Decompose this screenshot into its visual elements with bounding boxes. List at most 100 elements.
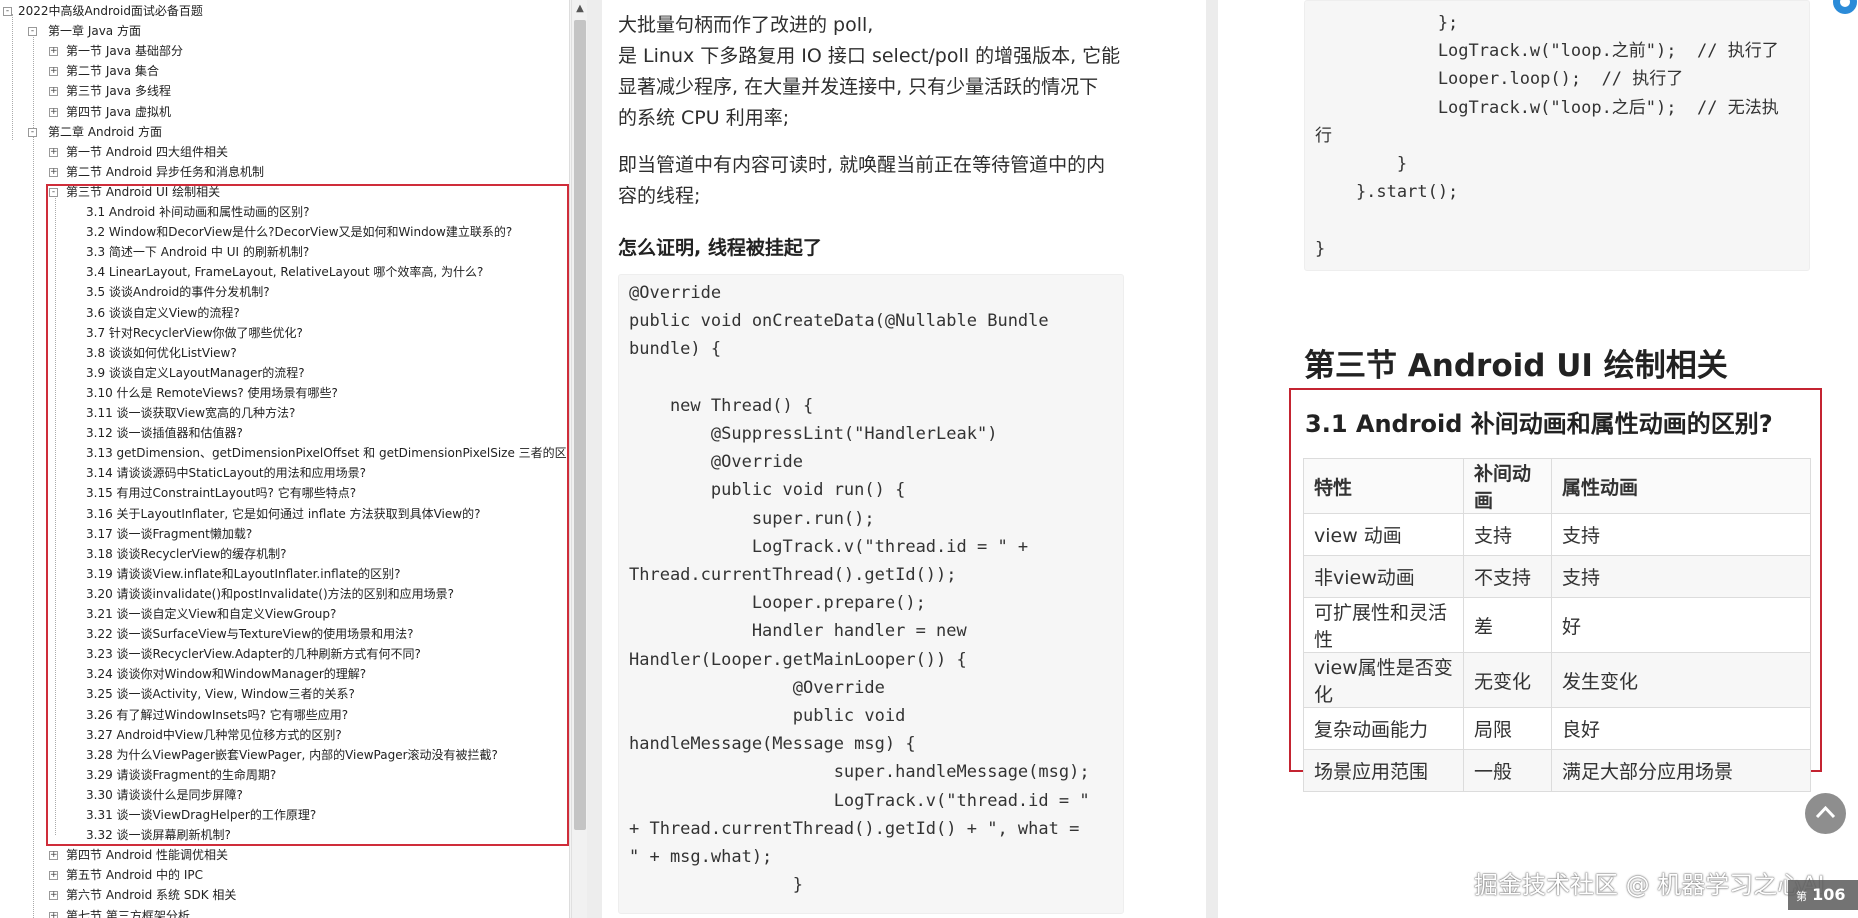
toc-highlight-box (46, 184, 569, 846)
code-line: handleMessage(Message msg) { (629, 734, 916, 755)
question-title: 3.1 Android 补间动画和属性动画的区别? (1305, 410, 1773, 438)
code-line: new Thread() { (629, 395, 814, 416)
toc-section[interactable]: + 第五节 Android 中的 IPC (0, 865, 565, 885)
page-number: 106 (1812, 885, 1846, 904)
paragraph-line: 的系统 CPU 利用率; (618, 107, 790, 129)
page-prefix: 第 (1796, 890, 1807, 903)
table-cell: 良好 (1551, 707, 1811, 750)
code-line: }.start(); (1315, 182, 1459, 203)
document-page-right: }; LogTrack.w("loop.之前"); // 执行了 Looper.… (1218, 0, 1858, 918)
code-line: @SuppressLint("HandlerLeak") (629, 424, 998, 444)
table-cell: view 动画 (1303, 513, 1464, 556)
expand-toggle-icon[interactable]: + (49, 107, 58, 117)
toc-section[interactable]: + 第一节 Android 四大组件相关 (0, 142, 565, 162)
toc-section[interactable]: + 第二节 Android 异步任务和消息机制 (0, 162, 565, 182)
table-header-cell: 补间动画 (1463, 458, 1552, 514)
table-cell: 不支持 (1463, 555, 1552, 598)
subheading-proof: 怎么证明, 线程被挂起了 (618, 237, 822, 259)
table-cell: 满足大部分应用场景 (1551, 749, 1811, 792)
toc-chapter[interactable]: - 第二章 Android 方面 (0, 122, 565, 142)
table-cell: 无变化 (1463, 652, 1552, 708)
toc-label: 第五节 Android 中的 IPC (66, 868, 203, 883)
table-cell: 非view动画 (1303, 555, 1464, 598)
code-block: @Override public void onCreateData(@Nulla… (618, 274, 1124, 914)
expand-toggle-icon[interactable]: + (49, 47, 58, 57)
code-line: Handler handler = new (629, 621, 967, 642)
toc-section[interactable]: + 第二节 Java 集合 (0, 61, 565, 81)
paragraph-line: 是 Linux 下多路复用 IO 接口 select/poll 的增强版本, 它… (618, 45, 1121, 67)
toc-chapter[interactable]: - 第一章 Java 方面 (0, 21, 565, 41)
code-line: } (629, 875, 803, 896)
code-line: LogTrack.v("thread.id = " (629, 790, 1090, 811)
paragraph-line: 即当管道中有内容可读时, 就唤醒当前正在等待管道中的内 (618, 154, 1106, 176)
toc-label: 第二节 Java 集合 (66, 64, 159, 79)
toc-label: 第四节 Android 性能调优相关 (66, 848, 229, 863)
toc-section[interactable]: + 第三节 Java 多线程 (0, 81, 565, 101)
expand-toggle-icon[interactable]: + (49, 147, 58, 157)
code-block-continued: }; LogTrack.w("loop.之前"); // 执行了 Looper.… (1304, 0, 1810, 271)
watermark: 掘金技术社区 @ 机器学习之心AI (1474, 871, 1825, 899)
scrollbar-thumb[interactable] (574, 20, 586, 830)
table-header-cell: 属性动画 (1551, 458, 1811, 514)
paragraph-pipe: 即当管道中有内容可读时, 就唤醒当前正在等待管道中的内 容的线程; (618, 150, 1105, 212)
table-cell: 差 (1463, 597, 1552, 653)
scroll-up-arrow-icon[interactable]: ▲ (572, 0, 588, 18)
expand-toggle-icon[interactable]: + (49, 851, 58, 861)
code-line: Handler(Looper.getMainLooper()) { (629, 649, 967, 670)
expand-toggle-icon[interactable]: + (49, 67, 58, 77)
back-to-top-button[interactable] (1805, 793, 1846, 834)
code-line: bundle) { (629, 339, 722, 360)
expand-toggle-icon[interactable]: + (49, 911, 58, 918)
document-page-left: 大批量句柄而作了改进的 poll, 是 Linux 下多路复用 IO 接口 se… (602, 0, 1206, 918)
expand-toggle-icon[interactable]: + (49, 891, 58, 901)
corner-app-icon[interactable] (1828, 0, 1858, 18)
toc-label: 第三节 Java 多线程 (66, 84, 171, 99)
page-indicator: 第 106 页 (1788, 880, 1858, 910)
code-line: LogTrack.w("loop.之前"); // 执行了 (1315, 41, 1779, 62)
table-header-row: 特性 补间动画 属性动画 (1303, 458, 1811, 514)
expand-toggle-icon[interactable]: + (49, 87, 58, 97)
table-row: 可扩展性和灵活性差好 (1303, 597, 1811, 653)
toc-label: 第一节 Java 基础部分 (66, 44, 183, 59)
toc-scrollbar[interactable]: ▲ (571, 0, 587, 918)
toc-section[interactable]: + 第四节 Android 性能调优相关 (0, 845, 565, 865)
code-line: } (1315, 154, 1408, 174)
collapse-toggle-icon[interactable]: - (28, 127, 37, 137)
toc-label: 第一章 Java 方面 (48, 24, 141, 39)
toc-label: 2022中高级Android面试必备百题 (18, 4, 203, 18)
collapse-toggle-icon[interactable]: - (28, 27, 37, 37)
panel-divider (587, 0, 602, 918)
code-line: @Override (629, 283, 722, 303)
toc-chapter[interactable]: -2022中高级Android面试必备百题 (0, 1, 565, 21)
table-cell: 支持 (1551, 555, 1811, 598)
toc-label: 第一节 Android 四大组件相关 (66, 144, 229, 159)
toc-label: 第二章 Android 方面 (48, 124, 163, 139)
code-line: 行 (1315, 125, 1332, 146)
table-row: 复杂动画能力 局限 良好 (1303, 707, 1811, 750)
toc-section[interactable]: + 第一节 Java 基础部分 (0, 41, 565, 61)
paragraph-line: 大批量句柄而作了改进的 poll, (618, 14, 874, 36)
code-line: public void run() { (629, 480, 906, 501)
code-line: + Thread.currentThread().getId() + ", wh… (629, 818, 1080, 839)
toc-section[interactable]: + 第七节 第三方框架分析 (0, 906, 565, 918)
toc-label: 第四节 Java 虚拟机 (66, 104, 171, 119)
expand-toggle-icon[interactable]: + (49, 871, 58, 881)
table-cell: 复杂动画能力 (1303, 707, 1464, 750)
table-cell: 可扩展性和灵活性 (1303, 597, 1464, 653)
toc-panel: -2022中高级Android面试必备百题 - 第一章 Java 方面 + 第一节 Ja… (0, 0, 570, 918)
toc-label: 第七节 第三方框架分析 (66, 908, 190, 918)
collapse-toggle-icon[interactable]: - (3, 7, 12, 16)
code-line: } (1315, 238, 1326, 259)
highlighted-question-box: 3.1 Android 补间动画和属性动画的区别? 特性 补间动画 属性动画 vie… (1289, 388, 1822, 792)
toc-label: 第二节 Android 异步任务和消息机制 (66, 164, 265, 179)
paragraph-line: 容的线程; (618, 185, 701, 207)
toc-section[interactable]: + 第四节 Java 虚拟机 (0, 102, 565, 122)
toc-section[interactable]: + 第六节 Android 系统 SDK 相关 (0, 885, 565, 905)
code-line: Looper.loop(); // 执行了 (1315, 69, 1684, 90)
code-line: public void onCreateData(@Nullable Bundl… (629, 311, 1049, 332)
table-row: 非view动画 不支持 支持 (1303, 555, 1811, 598)
table-cell: 支持 (1551, 513, 1811, 556)
expand-toggle-icon[interactable]: + (49, 167, 58, 177)
table-cell: view属性是否变化 (1303, 652, 1464, 708)
code-line: super.handleMessage(msg); (629, 762, 1090, 783)
